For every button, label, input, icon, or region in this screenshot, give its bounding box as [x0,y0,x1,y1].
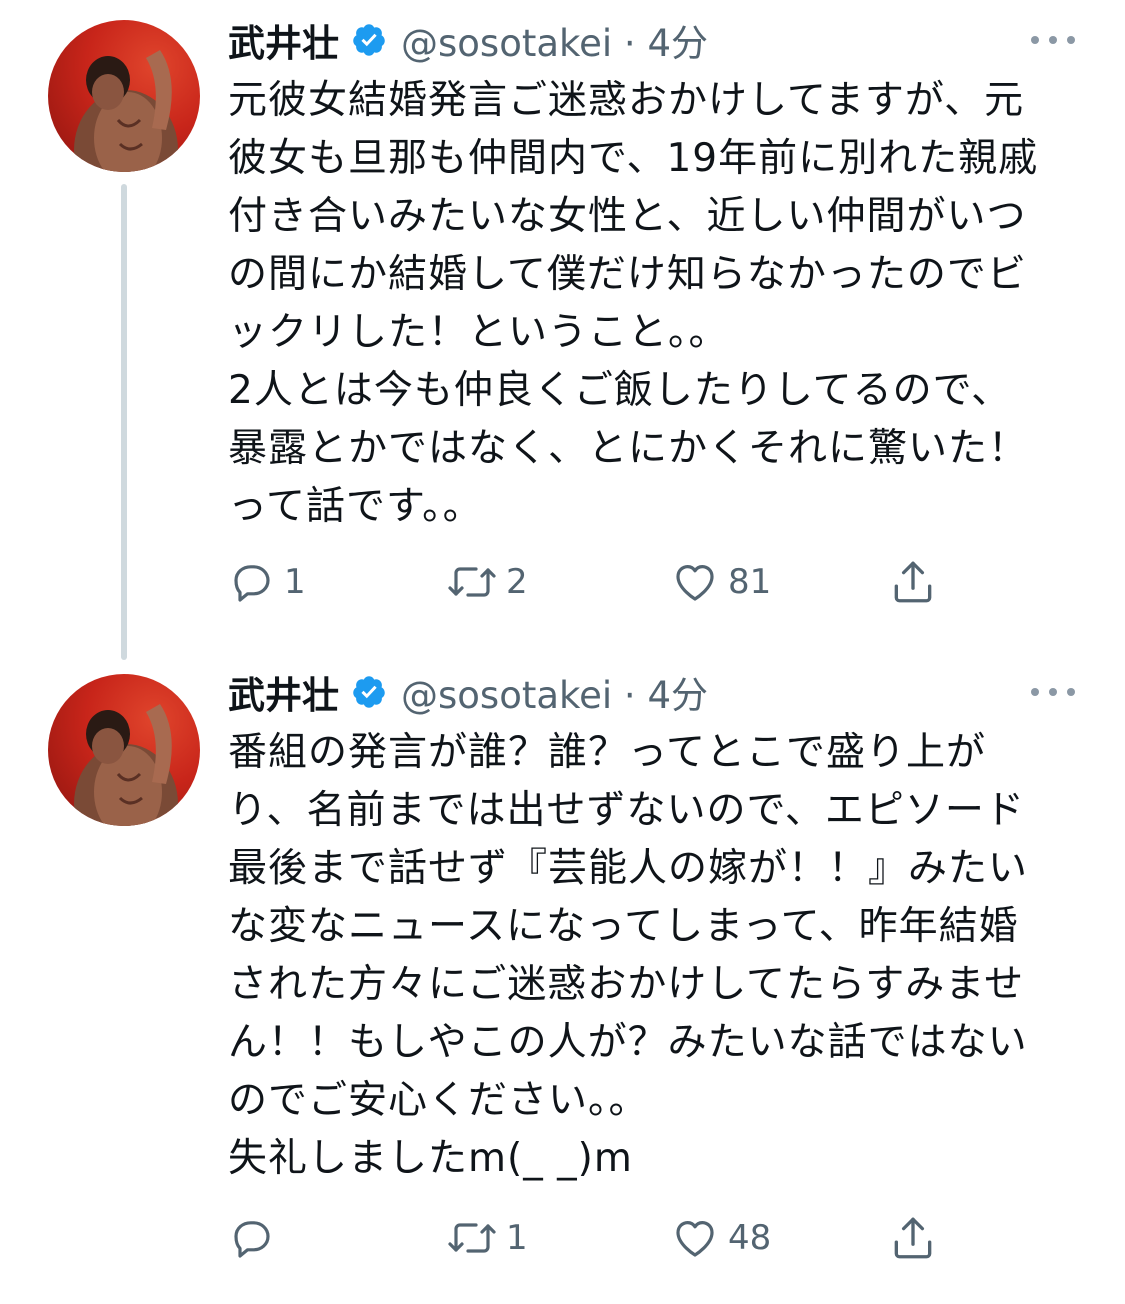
more-icon[interactable] [1031,30,1075,50]
tweet-header: 武井壮 @sosotakei · 4分 [228,662,708,722]
heart-icon [676,1221,714,1257]
tweet-text-line: された方々にご迷惑おかけしてたらすみませ [228,962,1025,1007]
share-icon [894,561,932,603]
tweet-text-line: の間にか結婚して僕だけ知らなかったのでビ [228,252,1027,297]
author-name[interactable]: 武井壮 [228,665,339,719]
tweet-text-line: のでご安心ください。。 [228,1078,649,1123]
tweet-text-line: 最後まで話せず『芸能人の嫁が！！』みたい [228,846,1029,891]
avatar-photo [74,50,178,172]
tweet-text-line: 元彼女結婚発言ご迷惑おかけしてますが、元 [228,78,1025,123]
like-button[interactable]: 48 [670,1208,771,1268]
like-count: 48 [728,1218,772,1258]
retweet-icon [448,567,496,597]
retweet-icon [448,1223,496,1253]
verified-badge-icon [351,22,387,58]
reply-button[interactable]: 1 [228,552,306,612]
verified-badge-icon [351,674,387,710]
tweet-text-line: 2人とは今も仲良くご飯したりしてるので、 [228,368,1012,413]
share-button[interactable] [888,1208,938,1268]
tweet-actions: 1 48 [228,1208,968,1268]
tweet-text-line: 彼女も旦那も仲間内で、19年前に別れた親戚 [228,136,1039,181]
tweet-2[interactable]: 武井壮 @sosotakei · 4分 番組の発言が誰？誰？ってとこで盛り上が … [0,654,1125,1304]
tweet-header: 武井壮 @sosotakei · 4分 [228,10,708,70]
share-icon [894,1217,932,1259]
tweet-text-line: ん！！もしやこの人が？みたいな話ではない [228,1020,1028,1065]
avatar[interactable] [48,20,200,172]
author-name[interactable]: 武井壮 [228,13,339,67]
tweet-actions: 1 2 81 [228,552,968,612]
like-count: 81 [728,562,772,602]
retweet-count: 1 [506,1218,528,1258]
tweet-text-line: 暴露とかではなく、とにかくそれに驚いた！ [228,426,1029,471]
reply-icon [234,565,270,602]
tweet-text: 元彼女結婚発言ご迷惑おかけしてますが、元 彼女も旦那も仲間内で、19年前に別れた… [228,72,1088,536]
handle-and-time: @sosotakei · 4分 [401,22,708,65]
heart-icon [676,565,714,601]
reply-count: 1 [284,562,306,602]
tweet-text-line: 失礼しましたm(_ _)m [228,1136,633,1181]
tweet-1[interactable]: 武井壮 @sosotakei · 4分 元彼女結婚発言ご迷惑おかけしてますが、元… [0,0,1125,640]
retweet-count: 2 [506,562,528,602]
tweet-text-line: 番組の発言が誰？誰？ってとこで盛り上が [228,730,987,775]
handle-and-time: @sosotakei · 4分 [401,674,708,717]
avatar-photo [74,704,178,826]
avatar[interactable] [48,674,200,826]
tweet-text-line: ックリした！ということ。。 [228,310,729,355]
retweet-button[interactable]: 1 [446,1208,528,1268]
retweet-button[interactable]: 2 [446,552,528,612]
like-button[interactable]: 81 [670,552,771,612]
tweet-text-line: り、名前までは出せずないので、エピソード [228,788,1025,833]
more-icon[interactable] [1031,682,1075,702]
tweet-text-line: って話です。。 [228,484,483,529]
tweet-text-line: 付き合いみたいな女性と、近しい仲間がいつ [228,194,1027,239]
tweet-text-line: な変なニュースになってしまって、昨年結婚 [228,904,1019,949]
reply-icon [234,1221,270,1258]
reply-button[interactable] [228,1208,284,1268]
tweet-text: 番組の発言が誰？誰？ってとこで盛り上が り、名前までは出せずないので、エピソード… [228,724,1088,1188]
share-button[interactable] [888,552,938,612]
